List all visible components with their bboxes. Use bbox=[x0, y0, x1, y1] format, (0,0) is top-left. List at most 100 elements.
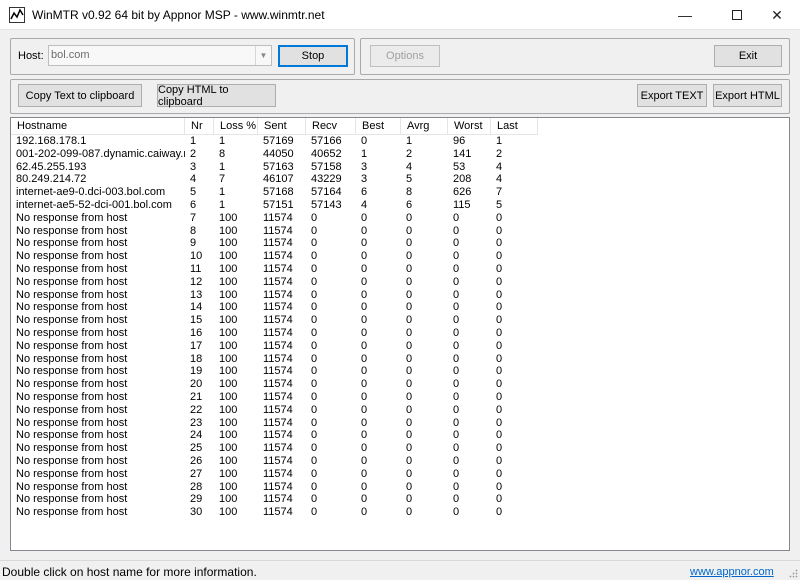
cell-avrg: 0 bbox=[406, 352, 413, 365]
table-row[interactable]: No response from host 14 100 11574 0 0 0 0 0 bbox=[11, 301, 789, 314]
export-html-button[interactable]: Export HTML bbox=[713, 84, 782, 107]
column-header-nr[interactable]: Nr bbox=[185, 118, 214, 135]
table-row[interactable]: No response from host 12 100 11574 0 0 0 0 0 bbox=[11, 276, 789, 289]
cell-nr: 1 bbox=[190, 135, 197, 147]
table-row[interactable]: No response from host 8 100 11574 0 0 0 0 0 bbox=[11, 225, 789, 238]
cell-hostname: No response from host bbox=[16, 211, 128, 224]
column-header-recv[interactable]: Recv bbox=[306, 118, 356, 135]
cell-hostname: No response from host bbox=[16, 506, 128, 519]
table-row[interactable]: No response from host 17 100 11574 0 0 0 0 0 bbox=[11, 340, 789, 353]
cell-nr: 12 bbox=[190, 275, 203, 288]
cell-nr: 26 bbox=[190, 455, 203, 467]
table-row[interactable]: 001-202-099-087.dynamic.caiway.nl 2 8 44050… bbox=[11, 148, 789, 161]
cell-loss: 100 bbox=[219, 275, 238, 288]
cell-worst: 53 bbox=[453, 160, 466, 173]
cell-avrg: 0 bbox=[406, 429, 413, 442]
window-title: WinMTR v0.92 64 bit by Appnor MSP - www.… bbox=[32, 8, 325, 22]
table-row[interactable]: No response from host 30 100 11574 0 0 0 0 0 bbox=[11, 506, 789, 519]
table-row[interactable]: No response from host 11 100 11574 0 0 0 0 0 bbox=[11, 263, 789, 276]
table-row[interactable]: No response from host 20 100 11574 0 0 0 0 0 bbox=[11, 378, 789, 391]
cell-best: 0 bbox=[361, 275, 368, 288]
cell-recv: 0 bbox=[311, 314, 318, 327]
cell-loss: 7 bbox=[219, 173, 226, 186]
cell-loss: 1 bbox=[219, 160, 226, 173]
appnor-link[interactable]: www.appnor.com bbox=[690, 566, 774, 578]
host-combobox[interactable]: bol.com ▼ bbox=[48, 45, 272, 66]
cell-loss: 100 bbox=[219, 442, 238, 455]
cell-best: 0 bbox=[361, 352, 368, 365]
minimize-button[interactable]: — bbox=[662, 0, 708, 30]
cell-avrg: 5 bbox=[406, 173, 413, 186]
table-row[interactable]: 80.249.214.72 4 7 46107 43229 3 5 208 4 bbox=[11, 173, 789, 186]
table-row[interactable]: internet-ae9-0.dci-003.bol.com 5 1 57168 571… bbox=[11, 186, 789, 199]
column-header-worst[interactable]: Worst bbox=[448, 118, 491, 135]
cell-recv: 0 bbox=[311, 301, 318, 314]
table-row[interactable]: No response from host 9 100 11574 0 0 0 0 0 bbox=[11, 237, 789, 250]
cell-sent: 11574 bbox=[263, 314, 293, 327]
table-row[interactable]: No response from host 15 100 11574 0 0 0 0 0 bbox=[11, 314, 789, 327]
table-row[interactable]: No response from host 13 100 11574 0 0 0 0 0 bbox=[11, 289, 789, 302]
cell-best: 0 bbox=[361, 263, 368, 275]
cell-loss: 100 bbox=[219, 365, 238, 378]
cell-loss: 100 bbox=[219, 263, 238, 275]
table-header: Hostname Nr Loss % Sent Recv Best Avrg Worst Las… bbox=[11, 118, 789, 135]
table-row[interactable]: No response from host 27 100 11574 0 0 0 0 0 bbox=[11, 468, 789, 481]
column-header-hostname[interactable]: Hostname bbox=[11, 118, 185, 135]
cell-recv: 0 bbox=[311, 211, 318, 224]
close-button[interactable]: ✕ bbox=[754, 0, 800, 30]
copy-text-button[interactable]: Copy Text to clipboard bbox=[18, 84, 142, 107]
column-header-sent[interactable]: Sent bbox=[258, 118, 306, 135]
cell-recv: 0 bbox=[311, 327, 318, 339]
cell-avrg: 0 bbox=[406, 455, 413, 467]
table-row[interactable]: No response from host 29 100 11574 0 0 0 0 0 bbox=[11, 493, 789, 506]
table-row[interactable]: internet-ae5-52-dci-001.bol.com 6 1 57151 57… bbox=[11, 199, 789, 212]
copy-html-button[interactable]: Copy HTML to clipboard bbox=[157, 84, 276, 108]
cell-loss: 100 bbox=[219, 327, 238, 339]
cell-nr: 9 bbox=[190, 237, 197, 250]
table-row[interactable]: No response from host 16 100 11574 0 0 0 0 0 bbox=[11, 327, 789, 340]
cell-avrg: 0 bbox=[406, 237, 413, 250]
status-message: Double click on host name for more infor… bbox=[2, 565, 257, 579]
table-row[interactable]: No response from host 24 100 11574 0 0 0 0 0 bbox=[11, 429, 789, 442]
cell-hostname: 001-202-099-087.dynamic.caiway.nl bbox=[16, 147, 185, 160]
exit-button[interactable]: Exit bbox=[714, 45, 782, 67]
stop-button[interactable]: Stop bbox=[278, 45, 348, 67]
cell-recv: 57164 bbox=[311, 186, 342, 199]
resize-grip-icon[interactable] bbox=[788, 568, 798, 578]
results-table[interactable]: Hostname Nr Loss % Sent Recv Best Avrg Worst Las… bbox=[10, 117, 790, 551]
table-row[interactable]: 62.45.255.193 3 1 57163 57158 3 4 53 4 bbox=[11, 161, 789, 174]
table-row[interactable]: No response from host 18 100 11574 0 0 0 0 0 bbox=[11, 353, 789, 366]
maximize-icon bbox=[732, 10, 742, 20]
table-row[interactable]: No response from host 10 100 11574 0 0 0 0 0 bbox=[11, 250, 789, 263]
column-header-last[interactable]: Last bbox=[491, 118, 538, 135]
cell-avrg: 0 bbox=[406, 493, 413, 506]
table-row[interactable]: 192.168.178.1 1 1 57169 57166 0 1 96 1 bbox=[11, 135, 789, 148]
options-button[interactable]: Options bbox=[370, 45, 440, 67]
cell-best: 0 bbox=[361, 480, 368, 493]
table-row[interactable]: No response from host 26 100 11574 0 0 0 0 0 bbox=[11, 455, 789, 468]
cell-last: 0 bbox=[496, 416, 503, 429]
cell-best: 0 bbox=[361, 403, 368, 416]
cell-last: 0 bbox=[496, 288, 503, 301]
chevron-down-icon[interactable]: ▼ bbox=[255, 46, 271, 65]
cell-avrg: 0 bbox=[406, 339, 413, 352]
cell-avrg: 4 bbox=[406, 160, 413, 173]
table-row[interactable]: No response from host 7 100 11574 0 0 0 0 0 bbox=[11, 212, 789, 225]
export-text-button[interactable]: Export TEXT bbox=[637, 84, 707, 107]
column-header-loss[interactable]: Loss % bbox=[214, 118, 258, 135]
cell-worst: 0 bbox=[453, 365, 460, 378]
table-row[interactable]: No response from host 22 100 11574 0 0 0 0 0 bbox=[11, 404, 789, 417]
table-row[interactable]: No response from host 21 100 11574 0 0 0 0 0 bbox=[11, 391, 789, 404]
cell-loss: 100 bbox=[219, 391, 238, 403]
table-row[interactable]: No response from host 25 100 11574 0 0 0 0 0 bbox=[11, 442, 789, 455]
column-header-best[interactable]: Best bbox=[356, 118, 401, 135]
table-row[interactable]: No response from host 23 100 11574 0 0 0 0 0 bbox=[11, 417, 789, 430]
cell-recv: 0 bbox=[311, 378, 318, 391]
cell-hostname: No response from host bbox=[16, 352, 128, 365]
column-header-avrg[interactable]: Avrg bbox=[401, 118, 448, 135]
table-row[interactable]: No response from host 28 100 11574 0 0 0 0 0 bbox=[11, 481, 789, 494]
host-label: Host: bbox=[18, 50, 44, 62]
table-row[interactable]: No response from host 19 100 11574 0 0 0 0 0 bbox=[11, 365, 789, 378]
cell-last: 0 bbox=[496, 391, 503, 403]
cell-best: 0 bbox=[361, 211, 368, 224]
